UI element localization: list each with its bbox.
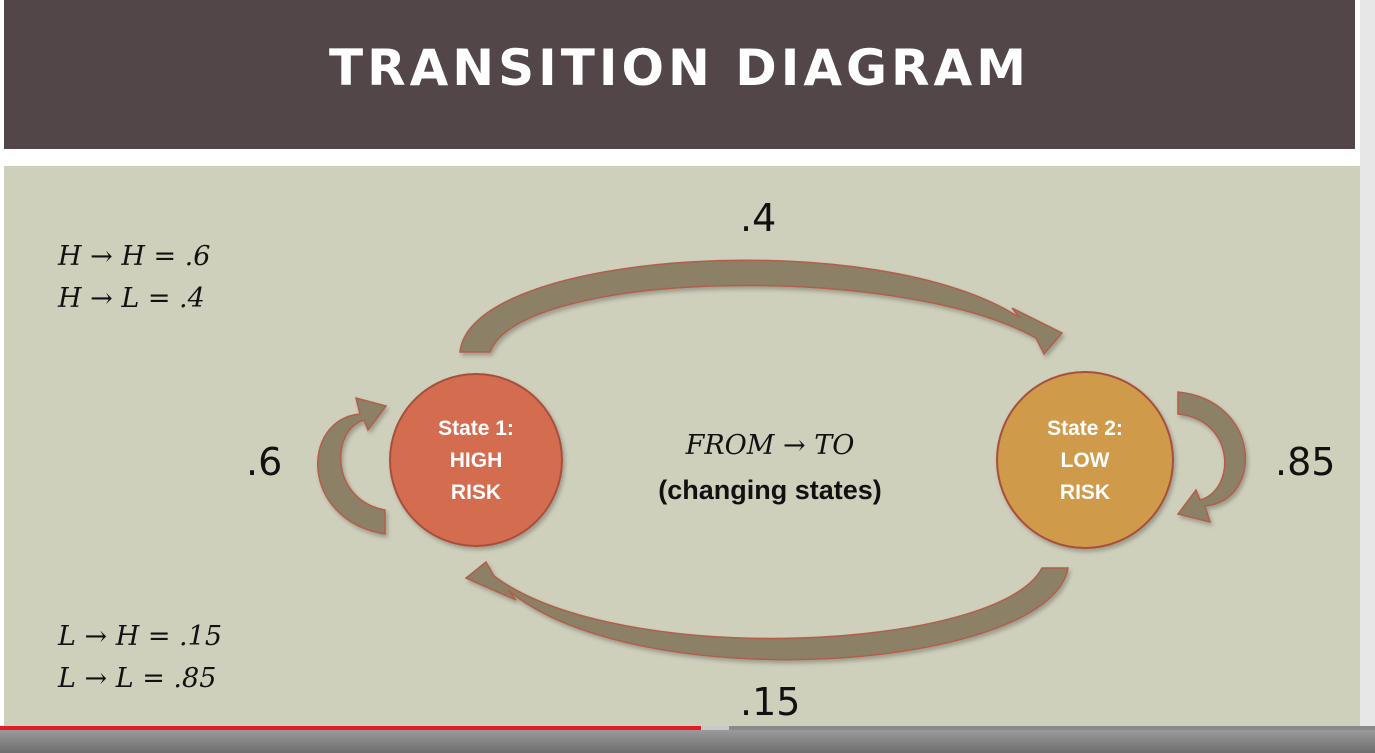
- state-high-risk-label: State 1: HIGH RISK: [396, 413, 556, 509]
- prob-low-to-high: .15: [740, 680, 801, 724]
- prob-low-to-low: .85: [1275, 440, 1336, 484]
- prob-high-to-high: .6: [246, 440, 283, 484]
- arrow-low-to-high: [464, 560, 1069, 661]
- center-from-to: FROM → TO: [685, 430, 855, 461]
- state-low-line1: State 2:: [1047, 417, 1123, 440]
- arrow-high-to-low: [459, 259, 1064, 356]
- formula-h-to-h: H → H = .6: [58, 241, 211, 272]
- arrow-low-self-loop: [1176, 391, 1247, 524]
- state-low-line2: LOW: [1060, 449, 1110, 472]
- state-high-line2: HIGH: [449, 449, 503, 472]
- state-low-line3: RISK: [1059, 481, 1111, 504]
- arrow-high-self-loop: [317, 396, 388, 535]
- state-high-line3: RISK: [450, 481, 502, 504]
- formula-l-to-h: L → H = .15: [58, 621, 222, 652]
- formula-top-list: H → H = .6 H → L = .4: [58, 236, 210, 320]
- state-high-line1: State 1:: [438, 417, 514, 440]
- prob-high-to-low: .4: [740, 196, 777, 240]
- video-player-controls: [0, 730, 1375, 753]
- formula-h-to-l: H → L = .4: [58, 283, 205, 314]
- formula-bottom-list: L → H = .15 L → L = .85: [58, 616, 222, 700]
- formula-l-to-l: L → L = .85: [58, 663, 217, 694]
- state-low-risk-label: State 2: LOW RISK: [1005, 413, 1165, 509]
- center-changing-states: (changing states): [658, 475, 882, 505]
